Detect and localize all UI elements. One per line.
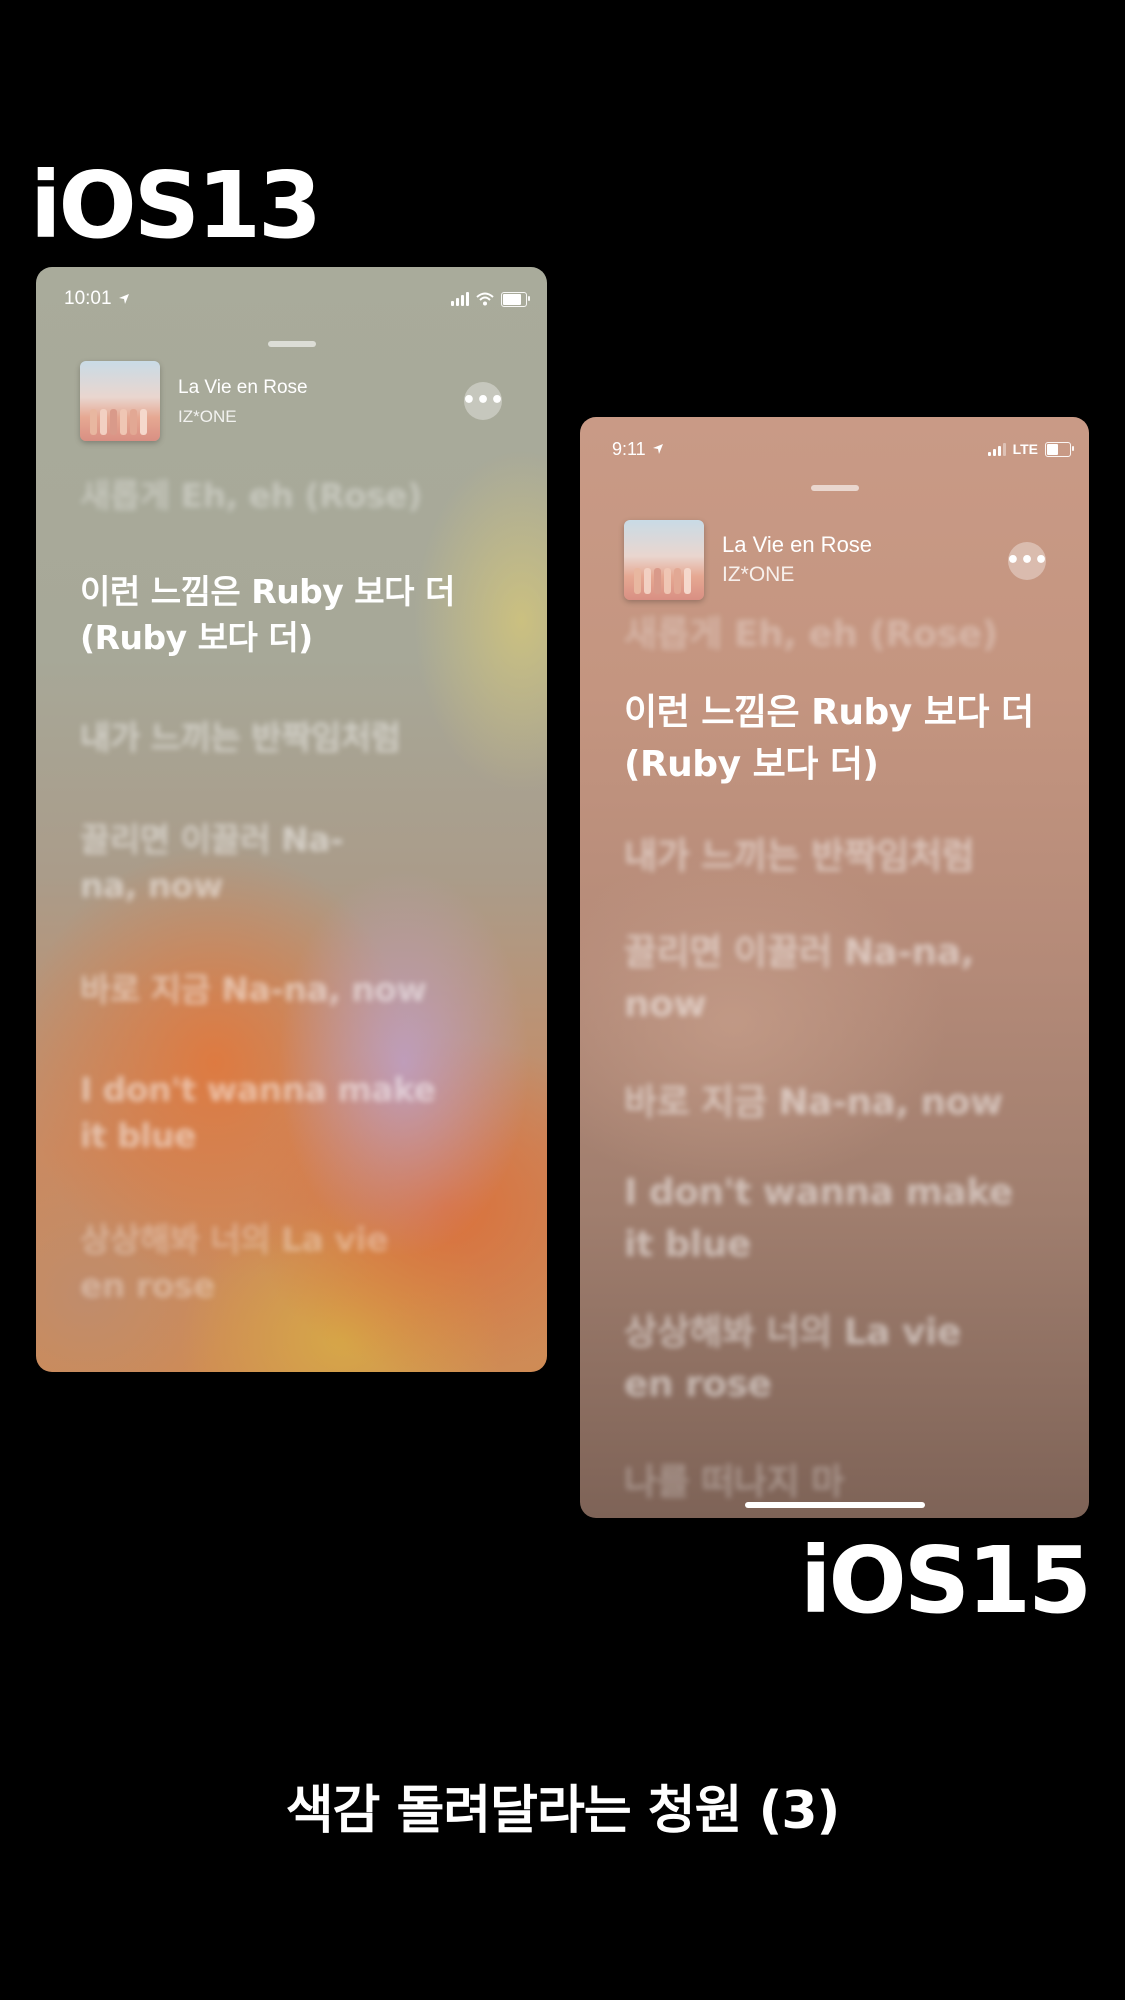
track-artist: IZ*ONE (178, 407, 237, 426)
status-bar: 9:11 LTE (612, 437, 1074, 461)
caption: 색감 돌려달라는 청원 (3) (285, 1781, 841, 1841)
signal-bars-icon (987, 442, 1006, 456)
status-time: 9:11 (612, 438, 646, 459)
battery-icon (501, 291, 530, 307)
sheet-grabber[interactable] (810, 485, 859, 491)
ios13-label: iOS13 (30, 152, 322, 259)
ellipsis-icon: ••• (461, 388, 505, 413)
lyric-line[interactable]: 상상해봐 너의 La vie en rose (80, 1217, 420, 1309)
location-arrow-icon (652, 444, 663, 454)
network-label: LTE (1012, 441, 1038, 457)
signal-bars-icon (451, 292, 469, 306)
lyric-line[interactable]: 내가 느끼는 반짝임처럼 (80, 715, 500, 761)
status-bar: 10:01 (64, 287, 530, 311)
lyric-line-current[interactable]: 이런 느낌은 Ruby 보다 더 (Ruby 보다 더) (624, 687, 1064, 791)
lyric-line[interactable]: 끌리면 이끌러 Na-na, now (624, 927, 1024, 1031)
lyric-line-current[interactable]: 이런 느낌은 Ruby 보다 더 (Ruby 보다 더) (80, 569, 480, 661)
ellipsis-icon: ••• (1005, 548, 1049, 573)
lyric-line[interactable]: 새롭게 Eh, eh (Rose) (80, 473, 500, 519)
album-art[interactable] (80, 361, 160, 441)
ios15-lyrics-screen: 9:11 LTE La Vie en Rose IZ*ONE ••• 새롭게 E… (580, 417, 1089, 1518)
home-indicator[interactable] (744, 1502, 925, 1508)
lyric-line[interactable]: I don't wanna make it blue (624, 1167, 1024, 1271)
status-time: 10:01 (64, 288, 112, 309)
lyric-line[interactable]: 상상해봐 너의 La vie en rose (624, 1307, 1004, 1411)
lyric-line[interactable]: 새롭게 Eh, eh (Rose) (624, 609, 1054, 661)
more-button[interactable]: ••• (461, 382, 505, 420)
location-arrow-icon (118, 294, 129, 304)
lyric-line[interactable]: 내가 느끼는 반짝임처럼 (624, 831, 1054, 883)
wifi-icon (476, 292, 494, 306)
album-art[interactable] (624, 520, 704, 600)
lyric-line[interactable]: 바로 지금 Na-na, now (624, 1077, 1054, 1129)
sheet-grabber[interactable] (267, 341, 316, 347)
track-title: La Vie en Rose (178, 377, 308, 398)
ios15-label: iOS15 (799, 1527, 1092, 1634)
track-title: La Vie en Rose (722, 532, 873, 557)
lyric-line[interactable]: I don't wanna make it blue (80, 1067, 440, 1159)
lyric-line[interactable]: 바로 지금 Na-na, now (80, 967, 500, 1013)
battery-icon (1045, 441, 1074, 457)
ios13-lyrics-screen: 10:01 La Vie en Rose IZ*ONE ••• 새롭게 Eh, … (36, 267, 547, 1372)
track-artist: IZ*ONE (722, 563, 795, 586)
lyric-line[interactable]: 끌리면 이끌러 Na-na, now (80, 817, 380, 909)
more-button[interactable]: ••• (1005, 542, 1049, 580)
